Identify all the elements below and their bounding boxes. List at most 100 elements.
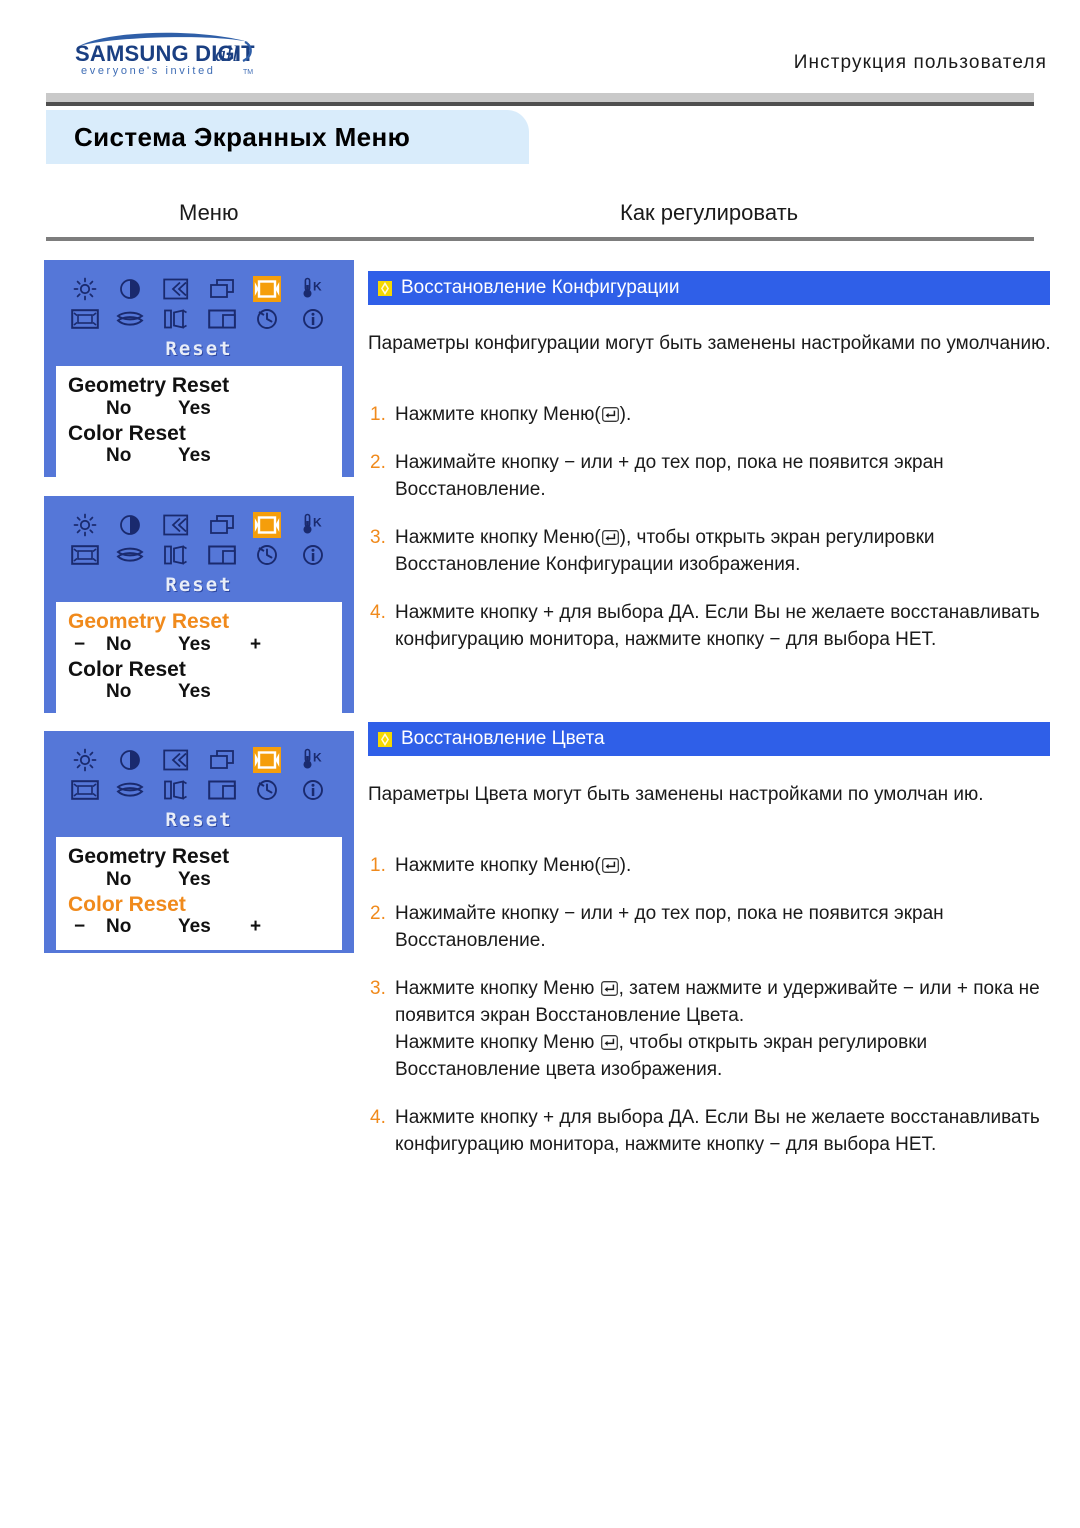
image-size-icon[interactable] bbox=[71, 777, 99, 803]
osd-minus-indicator[interactable]: − bbox=[74, 916, 85, 938]
enter-key-icon bbox=[601, 407, 619, 422]
manual-title: Инструкция пользователя bbox=[793, 52, 1047, 73]
step-text: Нажмите кнопку + для выбора ДА. Если Вы … bbox=[395, 1106, 1040, 1155]
osd-panel: Geometry Reset − No Yes + Color Reset No Yes bbox=[56, 602, 342, 716]
osd-plus-indicator[interactable]: + bbox=[250, 634, 261, 656]
pincushion-icon[interactable] bbox=[116, 777, 145, 803]
parallelogram-icon[interactable] bbox=[162, 777, 190, 803]
clock-icon[interactable] bbox=[253, 306, 281, 332]
osd-option-values: No Yes bbox=[68, 681, 330, 705]
section-header-bar-1: Восстановление Конфигурации bbox=[368, 271, 1050, 305]
osd-screen-1: K Reset Geometry Reset No Yes Color Reset No Ye… bbox=[44, 260, 354, 480]
brightness-icon[interactable] bbox=[71, 747, 99, 773]
brightness-icon[interactable] bbox=[71, 276, 99, 302]
enter-key-icon bbox=[601, 529, 619, 545]
contrast-icon[interactable] bbox=[116, 747, 144, 773]
svg-text:everyone's invited: everyone's invited bbox=[81, 65, 216, 77]
osd-plus-indicator[interactable]: + bbox=[250, 916, 261, 938]
osd-value-no[interactable]: No bbox=[106, 681, 131, 703]
contrast-icon[interactable] bbox=[116, 512, 144, 538]
section-step-list: 1. Нажмите кнопку Меню(). 2. Нажимайте кноп… bbox=[368, 402, 1058, 675]
osd-minus-indicator[interactable]: − bbox=[74, 634, 85, 656]
color-temperature-icon[interactable]: K bbox=[299, 276, 327, 302]
v-position-icon[interactable] bbox=[208, 276, 236, 302]
trapezoid-icon[interactable] bbox=[208, 777, 236, 803]
osd-option-values: No Yes bbox=[68, 445, 330, 469]
svg-text:K: K bbox=[313, 751, 322, 765]
parallelogram-icon[interactable] bbox=[162, 306, 190, 332]
v-position-icon[interactable] bbox=[208, 512, 236, 538]
osd-value-yes[interactable]: Yes bbox=[178, 634, 211, 656]
step-number: 2. bbox=[370, 902, 386, 924]
osd-value-no[interactable]: No bbox=[106, 916, 131, 938]
osd-value-yes[interactable]: Yes bbox=[178, 916, 211, 938]
clock-icon[interactable] bbox=[253, 542, 281, 568]
enter-key-icon bbox=[601, 858, 619, 873]
brightness-icon[interactable] bbox=[71, 512, 99, 538]
osd-option-label[interactable]: Color Reset bbox=[68, 893, 330, 917]
pincushion-icon[interactable] bbox=[116, 542, 145, 568]
trapezoid-icon[interactable] bbox=[208, 306, 236, 332]
information-icon[interactable] bbox=[299, 777, 327, 803]
section-intro-paragraph: Параметры конфигурации могут быть замене… bbox=[368, 333, 1051, 354]
svg-text:K: K bbox=[313, 516, 322, 530]
h-position-icon[interactable] bbox=[162, 512, 190, 538]
step-number: 3. bbox=[370, 977, 386, 999]
information-icon[interactable] bbox=[299, 306, 327, 332]
step-text: Нажмите кнопку Меню( bbox=[395, 526, 601, 548]
osd-screen-title: Reset bbox=[165, 574, 233, 596]
osd-value-yes[interactable]: Yes bbox=[178, 869, 211, 891]
clock-icon[interactable] bbox=[253, 777, 281, 803]
instruction-step: 4. Нажмите кнопку + для выбора ДА. Если В… bbox=[368, 600, 1058, 654]
osd-screen-title: Reset bbox=[165, 338, 233, 360]
osd-value-no[interactable]: No bbox=[106, 634, 131, 656]
image-size-icon[interactable] bbox=[71, 542, 99, 568]
v-position-icon[interactable] bbox=[208, 747, 236, 773]
instruction-step: 3. Нажмите кнопку Меню(), чтобы открыть э… bbox=[368, 525, 1058, 579]
reset-icon[interactable] bbox=[253, 512, 282, 538]
osd-option-values: − No Yes + bbox=[68, 916, 330, 940]
instruction-step: 2. Нажимайте кнопку − или + до тех пор, п… bbox=[368, 450, 1058, 504]
trapezoid-icon[interactable] bbox=[208, 542, 236, 568]
osd-option-label[interactable]: Geometry Reset bbox=[68, 845, 330, 869]
h-position-icon[interactable] bbox=[162, 276, 190, 302]
osd-option-label[interactable]: Color Reset bbox=[68, 422, 330, 446]
osd-value-yes[interactable]: Yes bbox=[178, 445, 211, 467]
pincushion-icon[interactable] bbox=[116, 306, 145, 332]
osd-value-no[interactable]: No bbox=[106, 869, 131, 891]
page-header: SAMSUNG DIGIT all everyone's invited TM … bbox=[0, 0, 1080, 96]
reset-icon[interactable] bbox=[253, 276, 282, 302]
osd-value-no[interactable]: No bbox=[106, 398, 131, 420]
osd-screen-title: Reset bbox=[165, 809, 233, 831]
step-text-extra: Нажмите кнопку Меню bbox=[395, 1031, 600, 1053]
information-icon[interactable] bbox=[299, 542, 327, 568]
section-intro-paragraph: Параметры Цвета могут быть заменены наст… bbox=[368, 784, 984, 805]
color-temperature-icon[interactable]: K bbox=[299, 747, 327, 773]
column-header-rule bbox=[46, 237, 1034, 241]
parallelogram-icon[interactable] bbox=[162, 542, 190, 568]
diamond-bullet-icon bbox=[378, 280, 392, 296]
instruction-step: 1. Нажмите кнопку Меню(). bbox=[368, 402, 1058, 429]
instruction-step: 1. Нажмите кнопку Меню(). bbox=[368, 853, 1058, 880]
section-header-bar-2: Восстановление Цвета bbox=[368, 722, 1050, 756]
osd-option-label[interactable]: Geometry Reset bbox=[68, 610, 330, 634]
h-position-icon[interactable] bbox=[162, 747, 190, 773]
step-text: Нажмите кнопку Меню( bbox=[395, 855, 601, 876]
image-size-icon[interactable] bbox=[71, 306, 99, 332]
step-text: Нажмите кнопку Меню( bbox=[395, 404, 601, 425]
reset-icon[interactable] bbox=[253, 747, 282, 773]
step-number: 1. bbox=[370, 855, 386, 876]
contrast-icon[interactable] bbox=[116, 276, 144, 302]
osd-option-label[interactable]: Color Reset bbox=[68, 658, 330, 682]
enter-key-icon bbox=[600, 1034, 618, 1050]
osd-value-yes[interactable]: Yes bbox=[178, 681, 211, 703]
osd-value-yes[interactable]: Yes bbox=[178, 398, 211, 420]
section-title: Восстановление Конфигурации bbox=[401, 277, 680, 298]
section-step-list: 1. Нажмите кнопку Меню(). 2. Нажимайте кноп… bbox=[368, 853, 1058, 1180]
osd-value-no[interactable]: No bbox=[106, 445, 131, 467]
svg-text:TM: TM bbox=[243, 69, 253, 76]
osd-option-values: − No Yes + bbox=[68, 634, 330, 658]
enter-key-icon bbox=[600, 980, 618, 996]
osd-option-label[interactable]: Geometry Reset bbox=[68, 374, 330, 398]
color-temperature-icon[interactable]: K bbox=[299, 512, 327, 538]
